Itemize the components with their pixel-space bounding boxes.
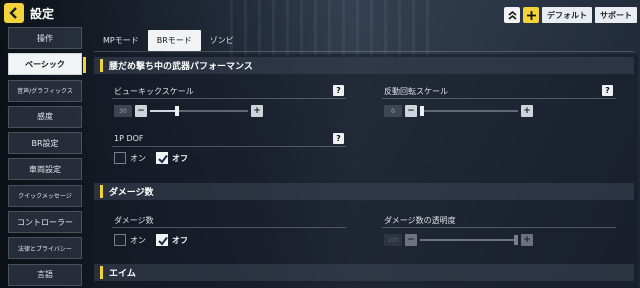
sidebar-item-audio-graphics[interactable]: 音声/グラフィックス (8, 79, 82, 102)
view-kick-thumb[interactable] (175, 106, 179, 116)
mode-tabs: MPモード BRモード ゾンビ (94, 30, 243, 51)
damage-opacity-minus-button[interactable]: − (405, 234, 417, 246)
damage-opacity-thumb[interactable] (514, 235, 518, 245)
tab-br-mode[interactable]: BRモード (147, 30, 201, 51)
default-button[interactable]: デフォルト (542, 7, 592, 23)
support-button[interactable]: サポート (595, 7, 637, 23)
sidebar-item-vehicle[interactable]: 車両設定 (8, 158, 82, 181)
view-kick-underline (112, 98, 346, 99)
slider-fill (420, 239, 514, 241)
section-accent-bar (100, 185, 103, 198)
damage-opacity-track[interactable] (420, 234, 518, 246)
damage-opacity-value: 100 (384, 234, 402, 246)
recoil-rotation-slider: 0 − + (384, 105, 533, 117)
plus-icon (526, 10, 536, 20)
sidebar-item-controls[interactable]: 操作 (8, 27, 82, 49)
recoil-rotation-track[interactable] (420, 105, 518, 117)
sidebar-item-quick-message[interactable]: クイックメッセージ (8, 184, 82, 207)
view-kick-track[interactable] (150, 105, 248, 117)
damage-numbers-on-checkbox[interactable] (114, 234, 126, 246)
dof-options: オン オフ (114, 152, 194, 164)
collapse-button[interactable] (504, 7, 520, 23)
dof-help-icon[interactable]: ? (333, 133, 344, 144)
slider-fill (150, 110, 175, 112)
view-kick-label: ビューキックスケール (114, 87, 194, 96)
checkmark-icon (158, 154, 168, 164)
damage-numbers-label: ダメージ数 (114, 216, 154, 225)
view-kick-minus-button[interactable]: − (135, 105, 147, 117)
damage-numbers-off-label: オフ (172, 235, 188, 245)
damage-numbers-options: オン オフ (114, 234, 194, 246)
back-arrow-icon (9, 7, 17, 19)
dof-on-label: オン (130, 153, 146, 163)
recoil-rotation-plus-button[interactable]: + (521, 105, 533, 117)
damage-opacity-underline (382, 227, 616, 228)
recoil-rotation-help-icon[interactable]: ? (602, 85, 613, 96)
dof-label: 1P DOF (114, 134, 144, 143)
section-title: エイム (109, 269, 136, 279)
back-button[interactable] (4, 3, 24, 23)
view-kick-plus-button[interactable]: + (251, 105, 263, 117)
damage-numbers-underline (112, 227, 346, 228)
double-chevron-up-icon (507, 10, 517, 20)
section-title: 腰だめ撃ち中の武器パフォーマンス (109, 62, 253, 72)
section-header-damage: ダメージ数 (94, 183, 634, 200)
dof-off-label: オフ (172, 153, 188, 163)
checkmark-icon (158, 236, 168, 246)
view-kick-value: 30 (114, 105, 132, 117)
recoil-rotation-minus-button[interactable]: − (405, 105, 417, 117)
tab-divider (94, 51, 634, 52)
recoil-rotation-label: 反動回転スケール (384, 87, 448, 96)
sidebar-item-language[interactable]: 言語 (8, 263, 82, 286)
damage-numbers-off-checkbox[interactable] (156, 234, 168, 246)
section-header-hipfire: 腰だめ撃ち中の武器パフォーマンス (94, 57, 634, 74)
view-kick-slider: 30 − + (114, 105, 263, 117)
slider-rail (420, 110, 518, 112)
sidebar: 操作 ベーシック 音声/グラフィックス 感度 BR設定 車両設定 クイックメッセ… (8, 27, 86, 288)
section-accent-bar (100, 266, 103, 279)
damage-opacity-slider: 100 − + (384, 234, 533, 246)
section-title: ダメージ数 (109, 188, 154, 198)
sidebar-item-basic[interactable]: ベーシック (8, 53, 86, 76)
dof-on-checkbox[interactable] (114, 152, 126, 164)
dof-underline (112, 146, 346, 147)
add-button[interactable] (523, 7, 539, 23)
section-accent-bar (100, 59, 103, 72)
recoil-rotation-thumb[interactable] (420, 106, 424, 116)
recoil-rotation-underline (382, 98, 616, 99)
damage-numbers-on-label: オン (130, 235, 146, 245)
damage-opacity-label: ダメージ数の透明度 (384, 216, 456, 225)
sidebar-item-sensitivity[interactable]: 感度 (8, 105, 82, 128)
recoil-rotation-value: 0 (384, 105, 402, 117)
sidebar-item-controller[interactable]: コントローラー (8, 211, 82, 234)
dof-off-checkbox[interactable] (156, 152, 168, 164)
section-header-aim: エイム (94, 264, 634, 281)
sidebar-item-br-settings[interactable]: BR設定 (8, 132, 82, 155)
sidebar-item-legal-privacy[interactable]: 法律とプライバシー (8, 237, 82, 260)
tab-mp-mode[interactable]: MPモード (94, 30, 148, 51)
view-kick-help-icon[interactable]: ? (333, 85, 344, 96)
damage-opacity-plus-button[interactable]: + (521, 234, 533, 246)
tab-zombies[interactable]: ゾンビ (201, 30, 243, 51)
page-title: 設定 (30, 7, 55, 21)
